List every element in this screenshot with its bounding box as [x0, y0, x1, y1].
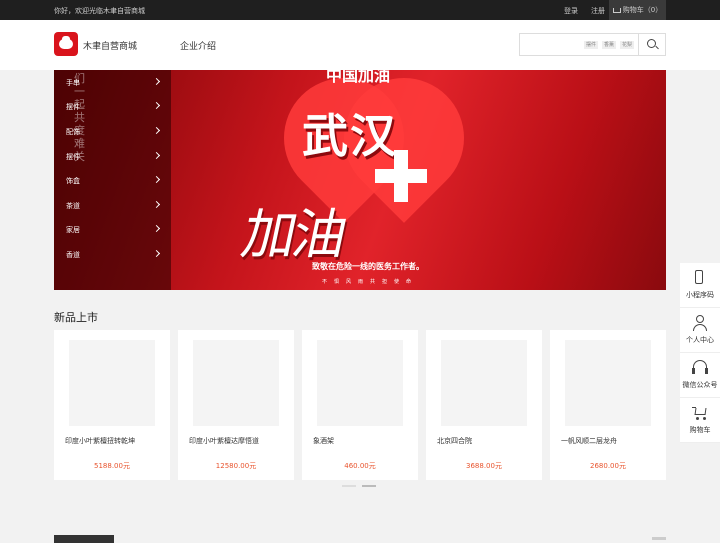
- search-button[interactable]: [638, 34, 665, 55]
- product-name[interactable]: 印度小叶紫檀达摩悟道: [189, 436, 259, 446]
- banner-top-text: 中国加油: [326, 70, 391, 85]
- chevron-right-icon: [152, 101, 161, 110]
- product-name[interactable]: 象酒架: [313, 436, 334, 446]
- category-item[interactable]: 家居: [54, 217, 171, 241]
- product-image[interactable]: [565, 340, 651, 426]
- product-card[interactable]: 象酒架 460.00元: [302, 330, 418, 480]
- section-title-new-products: 新品上市: [54, 311, 98, 324]
- register-link[interactable]: 注册: [591, 6, 605, 16]
- product-image[interactable]: [193, 340, 279, 426]
- product-image[interactable]: [317, 340, 403, 426]
- top-bar: 你好，欢迎光临木聿自营商城 登录 注册 购物车（0）: [0, 0, 720, 20]
- nav-item-company[interactable]: 企业介绍: [180, 39, 216, 52]
- login-link[interactable]: 登录: [564, 6, 578, 16]
- category-item[interactable]: 手串: [54, 70, 171, 94]
- category-menu: 们一起共度难关 手串 摆件 配饰 摆件 饰盒 茶道 家居 香道: [54, 70, 171, 290]
- top-cart-label: 购物车（0）: [622, 6, 663, 14]
- category-item[interactable]: 配饰: [54, 119, 171, 143]
- search-input[interactable]: [522, 36, 586, 55]
- product-name[interactable]: 一帆风顺二层龙舟: [561, 436, 617, 446]
- banner-slogan: 加油: [236, 203, 350, 266]
- banner-subline: 不惧风雨共担使命: [322, 279, 419, 285]
- pager-dot[interactable]: [342, 485, 356, 487]
- product-image[interactable]: [69, 340, 155, 426]
- top-cart-button[interactable]: 购物车（0）: [609, 0, 666, 20]
- headset-icon: [692, 360, 708, 376]
- chevron-right-icon: [152, 249, 161, 258]
- search-box: 摆件 香薰 花梨: [519, 33, 666, 56]
- product-price: 12580.00元: [215, 462, 257, 470]
- welcome-text: 你好，欢迎光临木聿自营商城: [54, 7, 145, 15]
- product-card[interactable]: 北京四合院 3688.00元: [426, 330, 542, 480]
- product-image[interactable]: [441, 340, 527, 426]
- category-item[interactable]: 摆件: [54, 94, 171, 118]
- chevron-right-icon: [152, 224, 161, 233]
- chevron-right-icon: [152, 200, 161, 209]
- category-item[interactable]: 饰盒: [54, 168, 171, 192]
- category-item[interactable]: 香道: [54, 242, 171, 266]
- header: 木聿自营商城 企业介绍 摆件 香薰 花梨: [0, 20, 720, 70]
- product-name[interactable]: 印度小叶紫檀扭转乾坤: [65, 436, 135, 446]
- sidebar-item-wechat[interactable]: 微信公众号: [680, 353, 720, 398]
- search-tag[interactable]: 摆件: [584, 41, 599, 49]
- product-card[interactable]: 印度小叶紫檀扭转乾坤 5188.00元: [54, 330, 170, 480]
- sidebar-item-miniprogram[interactable]: 小程序码: [680, 263, 720, 308]
- product-card[interactable]: 印度小叶紫檀达摩悟道 12580.00元: [178, 330, 294, 480]
- cart-icon: [612, 7, 621, 13]
- sidebar-item-cart[interactable]: 购物车: [680, 398, 720, 443]
- chevron-right-icon: [152, 77, 161, 86]
- brand-name[interactable]: 木聿自营商城: [83, 39, 137, 52]
- search-tag[interactable]: 香薰: [602, 41, 617, 49]
- product-card[interactable]: 一帆风顺二层龙舟 2680.00元: [550, 330, 666, 480]
- cart-icon: [692, 405, 708, 421]
- banner-headline: 致敬在危险一线的医务工作者。: [312, 262, 424, 271]
- next-section-title: [54, 535, 114, 543]
- logo-icon[interactable]: [54, 32, 78, 56]
- product-price: 5188.00元: [94, 462, 130, 470]
- category-item[interactable]: 摆件: [54, 144, 171, 168]
- product-name[interactable]: 北京四合院: [437, 436, 472, 446]
- chevron-right-icon: [152, 175, 161, 184]
- chevron-right-icon: [152, 151, 161, 160]
- user-icon: [692, 315, 708, 331]
- category-item[interactable]: 茶道: [54, 193, 171, 217]
- pager-dot[interactable]: [362, 485, 376, 487]
- product-price: 2680.00元: [590, 462, 626, 470]
- product-price: 3688.00元: [466, 462, 502, 470]
- chevron-right-icon: [152, 126, 161, 135]
- phone-icon: [695, 270, 703, 284]
- sidebar-item-profile[interactable]: 个人中心: [680, 308, 720, 353]
- banner-main-text: 武汉: [302, 109, 398, 163]
- search-tag[interactable]: 花梨: [620, 41, 635, 49]
- product-price: 460.00元: [344, 462, 376, 470]
